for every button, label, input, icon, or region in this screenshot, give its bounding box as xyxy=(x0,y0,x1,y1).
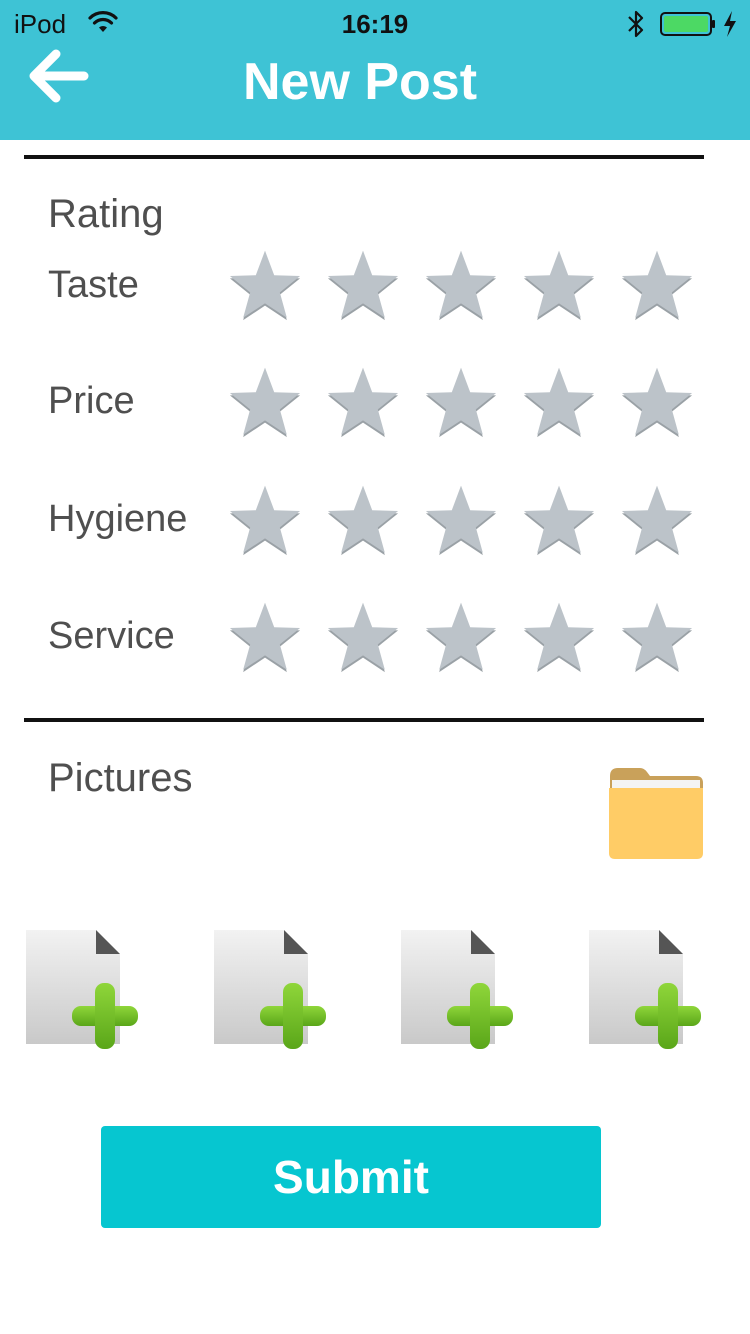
rating-stars-service xyxy=(226,598,696,678)
star-icon[interactable] xyxy=(226,598,304,676)
star-icon[interactable] xyxy=(324,363,402,441)
star-icon[interactable] xyxy=(520,481,598,559)
star-icon[interactable] xyxy=(324,598,402,676)
add-image-icon[interactable] xyxy=(212,928,328,1050)
rating-label-taste: Taste xyxy=(48,264,139,306)
star-icon[interactable] xyxy=(618,598,696,676)
bluetooth-icon xyxy=(628,10,644,38)
star-icon[interactable] xyxy=(324,246,402,324)
star-icon[interactable] xyxy=(520,363,598,441)
star-icon[interactable] xyxy=(618,481,696,559)
star-icon[interactable] xyxy=(520,246,598,324)
folder-icon[interactable] xyxy=(606,762,706,862)
star-icon[interactable] xyxy=(422,481,500,559)
rating-heading: Rating xyxy=(48,192,164,236)
add-image-icon[interactable] xyxy=(587,928,703,1050)
rating-stars-price xyxy=(226,363,696,443)
star-icon[interactable] xyxy=(422,598,500,676)
divider xyxy=(24,155,704,159)
star-icon[interactable] xyxy=(226,246,304,324)
star-icon[interactable] xyxy=(618,363,696,441)
star-icon[interactable] xyxy=(324,481,402,559)
add-image-icon[interactable] xyxy=(399,928,515,1050)
star-icon[interactable] xyxy=(226,363,304,441)
rating-label-service: Service xyxy=(48,615,175,657)
star-icon[interactable] xyxy=(520,598,598,676)
rating-label-price: Price xyxy=(48,380,135,422)
divider xyxy=(24,718,704,722)
star-icon[interactable] xyxy=(422,246,500,324)
submit-button[interactable]: Submit xyxy=(101,1126,601,1228)
star-icon[interactable] xyxy=(618,246,696,324)
star-icon[interactable] xyxy=(226,481,304,559)
battery-icon xyxy=(660,12,715,36)
charging-icon xyxy=(724,11,736,37)
status-bar: iPod 16:19 xyxy=(0,0,750,48)
page-title: New Post xyxy=(242,53,478,111)
rating-stars-hygiene xyxy=(226,481,696,561)
pictures-heading: Pictures xyxy=(48,756,193,800)
rating-label-hygiene: Hygiene xyxy=(48,498,188,540)
navigation-bar: iPod 16:19 New Post xyxy=(0,0,750,140)
rating-stars-taste xyxy=(226,246,696,326)
star-icon[interactable] xyxy=(422,363,500,441)
add-image-icon[interactable] xyxy=(24,928,140,1050)
